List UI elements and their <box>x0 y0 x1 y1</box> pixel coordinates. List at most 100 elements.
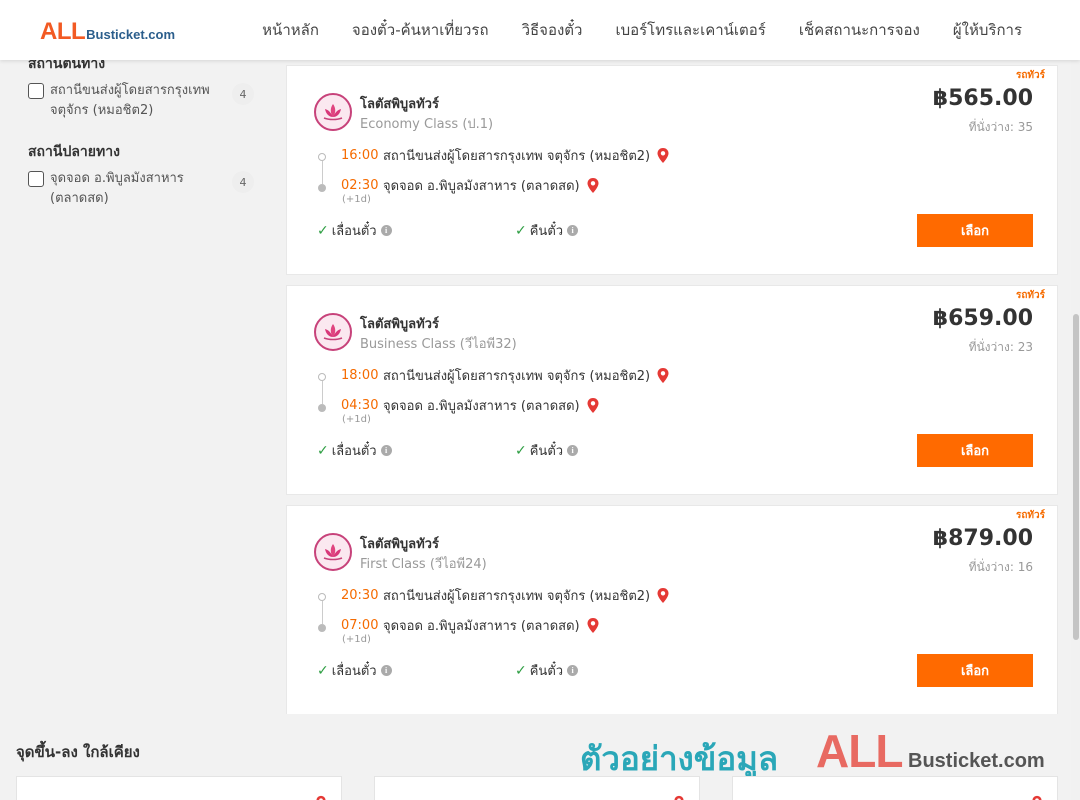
departure-stop: 16:00 สถานีขนส่งผู้โดยสารกรุงเทพ จตุจักร… <box>341 145 670 166</box>
nav-phone-counters[interactable]: เบอร์โทรและเคาน์เตอร์ <box>615 18 765 42</box>
destination-station-heading: สถานีปลายทาง <box>28 144 120 160</box>
arrival-time: 02:30 <box>341 178 379 193</box>
logo-domain-text: Busticket.com <box>86 27 176 42</box>
bus-type-tag: รถทัวร์ <box>1015 70 1045 81</box>
map-pin-icon <box>674 795 684 800</box>
arrival-station: จุดจอด อ.พิบูลมังสาหาร (ตลาดสด) <box>383 179 580 194</box>
nearby-stop-card[interactable] <box>732 776 1058 800</box>
feature-refund-label: คืนตั๋ว <box>529 224 564 239</box>
destination-filter-count: 4 <box>232 171 254 193</box>
map-pin-icon <box>316 795 326 800</box>
operator-name: โลตัสพิบูลทัวร์ <box>360 97 439 112</box>
info-icon[interactable]: i <box>380 445 392 456</box>
map-pin-icon[interactable] <box>656 367 670 384</box>
select-trip-button[interactable]: เลือก <box>917 654 1033 687</box>
bus-type-tag: รถทัวร์ <box>1015 510 1045 521</box>
map-pin-icon[interactable] <box>586 397 600 414</box>
nav-how-to-book[interactable]: วิธีจองตั๋ว <box>522 18 583 42</box>
feature-refund-label: คืนตั๋ว <box>529 444 564 459</box>
departure-station: สถานีขนส่งผู้โดยสารกรุงเทพ จตุจักร (หมอช… <box>383 589 651 604</box>
arrival-stop: 02:30 จุดจอด อ.พิบูลมังสาหาร (ตลาดสด) <box>341 175 600 196</box>
info-icon[interactable]: i <box>567 225 579 236</box>
departure-time: 20:30 <box>341 588 379 603</box>
site-logo[interactable]: ALL Busticket.com <box>40 18 175 46</box>
info-icon[interactable]: i <box>380 225 392 236</box>
info-icon[interactable]: i <box>567 665 579 676</box>
watermark-logo-all: ALL <box>816 725 903 777</box>
select-trip-button[interactable]: เลือก <box>917 214 1033 247</box>
trip-price: ฿879.00 <box>932 526 1033 551</box>
nav-check-booking[interactable]: เช็คสถานะการจอง <box>799 18 920 42</box>
trip-card: รถทัวร์ โลตัสพิบูลทัวร์ First Class (วีไ… <box>286 505 1058 715</box>
origin-filter-count: 4 <box>232 83 254 105</box>
feature-refund: ✓ คืนตั๋ว i <box>515 660 579 681</box>
feature-reschedule-label: เลื่อนตั๋ว <box>331 664 377 679</box>
lotus-logo-icon <box>314 533 352 571</box>
arrival-station: จุดจอด อ.พิบูลมังสาหาร (ตลาดสด) <box>383 399 580 414</box>
arrival-stop: 04:30 จุดจอด อ.พิบูลมังสาหาร (ตลาดสด) <box>341 395 600 416</box>
origin-filter-option[interactable]: สถานีขนส่งผู้โดยสารกรุงเทพ จตุจักร (หมอช… <box>28 81 254 121</box>
departure-stop: 20:30 สถานีขนส่งผู้โดยสารกรุงเทพ จตุจักร… <box>341 585 670 606</box>
feature-reschedule: ✓ เลื่อนตั๋ว i <box>317 440 392 461</box>
arrival-time: 07:00 <box>341 618 379 633</box>
logo-all-text: ALL <box>40 18 86 45</box>
arrival-station: จุดจอด อ.พิบูลมังสาหาร (ตลาดสด) <box>383 619 580 634</box>
check-icon: ✓ <box>317 222 329 239</box>
route-timeline <box>317 373 326 412</box>
seats-available: ที่นั่งว่าง: 16 <box>968 560 1033 574</box>
feature-refund-label: คืนตั๋ว <box>529 664 564 679</box>
top-header: ALL Busticket.com หน้าหลัก จองตั๋ว-ค้นหา… <box>0 0 1080 60</box>
map-pin-icon <box>1032 795 1042 800</box>
route-timeline <box>317 153 326 192</box>
check-icon: ✓ <box>515 442 527 459</box>
seats-available: ที่นั่งว่าง: 35 <box>968 120 1033 134</box>
feature-reschedule: ✓ เลื่อนตั๋ว i <box>317 660 392 681</box>
feature-refund: ✓ คืนตั๋ว i <box>515 220 579 241</box>
trip-price: ฿565.00 <box>932 86 1033 111</box>
seats-available: ที่นั่งว่าง: 23 <box>968 340 1033 354</box>
nearby-stops-section: จุดขึ้น-ลง ใกล้เคียง ตัวอย่างข้อมูล ALL … <box>0 714 1080 800</box>
destination-checkbox[interactable] <box>28 171 44 187</box>
nav-operators[interactable]: ผู้ให้บริการ <box>953 18 1022 42</box>
map-pin-icon[interactable] <box>586 617 600 634</box>
feature-reschedule-label: เลื่อนตั๋ว <box>331 224 377 239</box>
arrival-time: 04:30 <box>341 398 379 413</box>
destination-filter-option[interactable]: จุดจอด อ.พิบูลมังสาหาร (ตลาดสด) 4 <box>28 169 254 209</box>
departure-station: สถานีขนส่งผู้โดยสารกรุงเทพ จตุจักร (หมอช… <box>383 369 651 384</box>
trip-price: ฿659.00 <box>932 306 1033 331</box>
map-pin-icon[interactable] <box>586 177 600 194</box>
page: ALL Busticket.com หน้าหลัก จองตั๋ว-ค้นหา… <box>0 0 1080 800</box>
info-icon[interactable]: i <box>567 445 579 456</box>
info-icon[interactable]: i <box>380 665 392 676</box>
nav-home[interactable]: หน้าหลัก <box>262 18 319 42</box>
scrollbar-thumb[interactable] <box>1073 314 1079 640</box>
departure-station: สถานีขนส่งผู้โดยสารกรุงเทพ จตุจักร (หมอช… <box>383 149 651 164</box>
page-scrollbar[interactable] <box>1071 60 1080 800</box>
lotus-logo-icon <box>314 313 352 351</box>
feature-reschedule: ✓ เลื่อนตั๋ว i <box>317 220 392 241</box>
departure-time: 18:00 <box>341 368 379 383</box>
arrival-stop: 07:00 จุดจอด อ.พิบูลมังสาหาร (ตลาดสด) <box>341 615 600 636</box>
departure-stop: 18:00 สถานีขนส่งผู้โดยสารกรุงเทพ จตุจักร… <box>341 365 670 386</box>
next-day-marker: (+1d) <box>342 414 371 425</box>
seat-class: First Class (วีไอพี24) <box>360 557 487 572</box>
feature-reschedule-label: เลื่อนตั๋ว <box>331 444 377 459</box>
bus-type-tag: รถทัวร์ <box>1015 290 1045 301</box>
departure-time: 16:00 <box>341 148 379 163</box>
nav-book-search[interactable]: จองตั๋ว-ค้นหาเที่ยวรถ <box>352 18 489 42</box>
next-day-marker: (+1d) <box>342 634 371 645</box>
feature-refund: ✓ คืนตั๋ว i <box>515 440 579 461</box>
select-trip-button[interactable]: เลือก <box>917 434 1033 467</box>
map-pin-icon[interactable] <box>656 587 670 604</box>
check-icon: ✓ <box>317 662 329 679</box>
check-icon: ✓ <box>515 662 527 679</box>
nearby-stop-card[interactable] <box>374 776 700 800</box>
trip-card: รถทัวร์ โลตัสพิบูลทัวร์ Economy Class (ป… <box>286 65 1058 275</box>
origin-checkbox[interactable] <box>28 83 44 99</box>
seat-class: Economy Class (ป.1) <box>360 117 494 132</box>
map-pin-icon[interactable] <box>656 147 670 164</box>
next-day-marker: (+1d) <box>342 194 371 205</box>
check-icon: ✓ <box>515 222 527 239</box>
nearby-stop-card[interactable] <box>16 776 342 800</box>
trip-card: รถทัวร์ โลตัสพิบูลทัวร์ Business Class (… <box>286 285 1058 495</box>
